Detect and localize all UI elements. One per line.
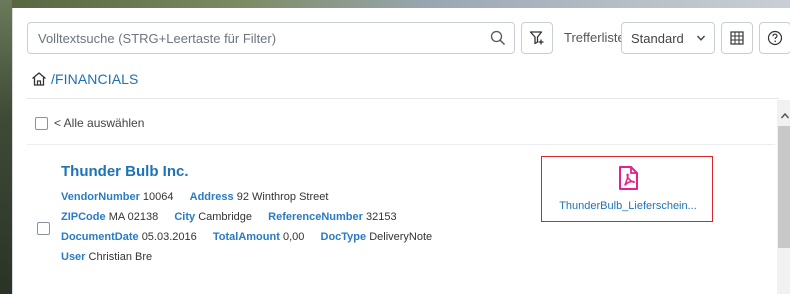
field-value: DeliveryNote (369, 231, 433, 243)
hits-list-selected-value: Standard (631, 31, 684, 46)
scroll-up-icon[interactable] (780, 111, 790, 121)
hits-list-select[interactable]: Standard (621, 22, 715, 54)
breadcrumb: /FINANCIALS (31, 70, 138, 88)
row-checkbox[interactable] (37, 222, 50, 235)
grid-view-button[interactable] (721, 22, 753, 54)
help-button[interactable] (759, 22, 790, 54)
select-all-label: < Alle auswählen (54, 116, 145, 130)
divider (27, 98, 779, 99)
field-key: ZIPCode (61, 211, 106, 223)
field-value: Cambridge (198, 211, 253, 223)
field-value: 32153 (365, 211, 397, 223)
background-left (0, 0, 12, 294)
field-value: 0,00 (282, 231, 305, 243)
search-placeholder: Volltextsuche (STRG+Leertaste für Filter… (38, 31, 277, 46)
meta-line-2: ZIPCode MA 02138 City Cambridge Referenc… (61, 211, 397, 223)
meta-line-1: VendorNumber 10064 Address 92 Winthrop S… (61, 191, 328, 203)
field-value: 10064 (142, 191, 174, 203)
scrollbar-thumb[interactable] (778, 126, 790, 248)
field-key: User (61, 251, 86, 263)
meta-line-3: DocumentDate 05.03.2016 TotalAmount 0,00… (61, 231, 432, 243)
attachment-thumbnail[interactable]: ThunderBulb_Lieferschein... (541, 156, 713, 222)
hits-list-label: Trefferliste: (564, 30, 629, 45)
search-panel: Volltextsuche (STRG+Leertaste für Filter… (12, 8, 790, 294)
field-value: 92 Winthrop Street (236, 191, 329, 203)
result-title[interactable]: Thunder Bulb Inc. (61, 163, 189, 180)
meta-line-4: User Christian Bre (61, 251, 152, 263)
filter-button[interactable] (521, 22, 553, 54)
field-key: City (174, 211, 196, 223)
pdf-icon (619, 166, 638, 190)
field-key: TotalAmount (212, 231, 280, 243)
chevron-down-icon (696, 35, 706, 41)
help-icon (767, 30, 783, 46)
field-key: ReferenceNumber (268, 211, 363, 223)
breadcrumb-path[interactable]: /FINANCIALS (51, 71, 138, 87)
list-item: Thunder Bulb Inc. VendorNumber 10064 Add… (27, 146, 775, 286)
search-input[interactable]: Volltextsuche (STRG+Leertaste für Filter… (27, 22, 515, 54)
field-key: DocumentDate (61, 231, 139, 243)
select-all-checkbox[interactable] (35, 116, 48, 130)
home-icon[interactable] (31, 71, 47, 87)
search-icon[interactable] (490, 30, 506, 46)
field-value: 05.03.2016 (141, 231, 197, 243)
grid-icon (730, 31, 744, 45)
divider (27, 144, 775, 145)
field-key: Address (189, 191, 234, 203)
field-key: DocType (320, 231, 367, 243)
select-all[interactable]: < Alle auswählen (35, 116, 144, 130)
filter-icon (529, 31, 544, 45)
field-value: Christian Bre (88, 251, 153, 263)
attachment-name[interactable]: ThunderBulb_Lieferschein... (542, 200, 714, 212)
field-key: VendorNumber (61, 191, 140, 203)
field-value: MA 02138 (108, 211, 159, 223)
